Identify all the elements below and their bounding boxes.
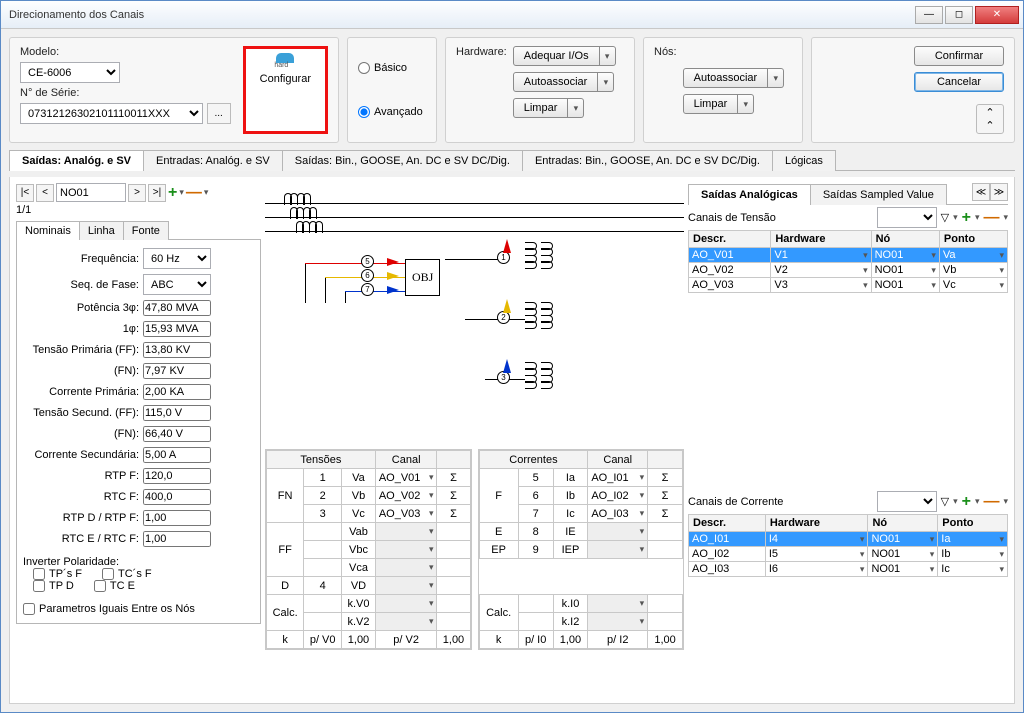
tsfn-field[interactable] <box>143 426 211 442</box>
close-button[interactable]: ✕ <box>975 6 1019 24</box>
table-row: AO_V03V3▾NO01▾Vc▾ <box>689 278 1008 293</box>
cp-field[interactable] <box>143 384 211 400</box>
obj-box: OBJ <box>405 259 440 296</box>
corrente-grid[interactable]: Descr.HardwareNóPonto AO_I01I4▾NO01▾Ia▾ … <box>688 514 1008 577</box>
correntes-table: CorrentesCanal F5IaAO_I01▾Σ 6IbAO_I02▾Σ … <box>479 450 684 649</box>
tensao-grid[interactable]: Descr.HardwareNóPonto AO_V01V1▾NO01▾Va▾ … <box>688 230 1008 293</box>
rtpd-field[interactable] <box>143 510 211 526</box>
nos-auto-dropdown[interactable]: ▾ <box>768 68 784 88</box>
filter-icon[interactable]: ▽ <box>941 211 949 224</box>
cs-field[interactable] <box>143 447 211 463</box>
titlebar: Direcionamento dos Canais — ◻ ✕ <box>1 1 1023 29</box>
hardware-label: Hardware: <box>456 46 507 58</box>
serie-browse-button[interactable]: ... <box>207 103 231 124</box>
circuit-diagram: 5 6 7 OBJ 1 2 3 <box>265 183 684 443</box>
basico-radio[interactable]: Básico <box>358 62 426 74</box>
tsff-field[interactable] <box>143 405 211 421</box>
nav-next[interactable]: > <box>128 184 146 202</box>
minimize-button[interactable]: — <box>915 6 943 24</box>
configurar-button[interactable]: Configurar <box>243 46 328 134</box>
subtab-fonte[interactable]: Fonte <box>123 221 169 240</box>
canais-corrente-label: Canais de Corrente <box>688 496 783 508</box>
serie-label: N° de Série: <box>20 87 231 99</box>
tpff-field[interactable] <box>143 342 211 358</box>
vt-filter-select[interactable] <box>877 207 937 228</box>
rtpf-field[interactable] <box>143 468 211 484</box>
modelo-label: Modelo: <box>20 46 231 58</box>
tce-check[interactable]: TC E <box>94 580 135 592</box>
remove-node-button[interactable]: — <box>186 184 202 202</box>
table-row: AO_V01V1▾NO01▾Va▾ <box>689 248 1008 263</box>
freq-select[interactable]: 60 Hz <box>143 248 211 269</box>
hw-auto-button[interactable]: Autoassociar <box>513 72 599 92</box>
table-row: AO_V02V2▾NO01▾Vb▾ <box>689 263 1008 278</box>
window-title: Direcionamento dos Canais <box>5 9 915 21</box>
avancado-radio[interactable]: Avançado <box>358 106 426 118</box>
seq-select[interactable]: ABC <box>143 274 211 295</box>
scroll-right[interactable]: ≫ <box>990 183 1008 201</box>
node-count: 1/1 <box>16 204 261 216</box>
nos-limpar-button[interactable]: Limpar <box>683 94 739 114</box>
expand-button[interactable]: ⌃⌃ <box>976 104 1004 134</box>
tab-logicas[interactable]: Lógicas <box>772 150 836 171</box>
main-tabs: Saídas: Analóg. e SV Entradas: Analóg. e… <box>9 149 1015 171</box>
modelo-select[interactable]: CE-6006 <box>20 62 120 83</box>
ct-filter-select[interactable] <box>877 491 937 512</box>
rtcf-field[interactable] <box>143 489 211 505</box>
adequar-button[interactable]: Adequar I/Os <box>513 46 600 66</box>
tab-entradas-analog[interactable]: Entradas: Analóg. e SV <box>143 150 283 171</box>
nos-auto-button[interactable]: Autoassociar <box>683 68 769 88</box>
nav-prev[interactable]: < <box>36 184 54 202</box>
tcsf-check[interactable]: TC´s F <box>102 568 152 580</box>
table-row: AO_I01I4▾NO01▾Ia▾ <box>689 532 1008 547</box>
inverter-label: Inverter Polaridade: <box>23 556 254 568</box>
vt-remove-button[interactable]: — <box>983 209 999 227</box>
add-node-button[interactable]: + <box>168 184 177 202</box>
table-row: AO_I02I5▾NO01▾Ib▾ <box>689 547 1008 562</box>
tensoes-table: TensõesCanal FN1VaAO_V01▾Σ 2VbAO_V02▾Σ 3… <box>266 450 471 649</box>
rtce-field[interactable] <box>143 531 211 547</box>
ct-add-button[interactable]: + <box>962 493 971 511</box>
tpfn-field[interactable] <box>143 363 211 379</box>
nos-limpar-dropdown[interactable]: ▾ <box>738 94 754 114</box>
subtab-linha[interactable]: Linha <box>79 221 124 240</box>
hw-auto-dropdown[interactable]: ▾ <box>598 72 614 92</box>
ct-remove-button[interactable]: — <box>983 493 999 511</box>
filter-icon[interactable]: ▽ <box>941 495 949 508</box>
node-field[interactable] <box>56 183 126 202</box>
scroll-left[interactable]: ≪ <box>972 183 990 201</box>
tab-saidas-bin[interactable]: Saídas: Bin., GOOSE, An. DC e SV DC/Dig. <box>282 150 523 171</box>
tab-saidas-analogicas[interactable]: Saídas Analógicas <box>688 184 811 205</box>
serie-select[interactable]: 07312126302101110011XXX <box>20 103 203 124</box>
table-row: AO_I03I6▾NO01▾Ic▾ <box>689 562 1008 577</box>
subtab-nominais[interactable]: Nominais <box>16 221 80 240</box>
param-iguais-check[interactable]: Parametros Iguais Entre os Nós <box>23 603 254 615</box>
hw-limpar-dropdown[interactable]: ▾ <box>568 98 584 118</box>
hard-icon <box>276 53 294 63</box>
nos-label: Nós: <box>654 46 677 58</box>
canais-tensao-label: Canais de Tensão <box>688 212 776 224</box>
adequar-dropdown[interactable]: ▾ <box>600 46 616 66</box>
tpd-check[interactable]: TP D <box>33 580 74 592</box>
pot3-field[interactable] <box>143 300 211 316</box>
maximize-button[interactable]: ◻ <box>945 6 973 24</box>
cancelar-button[interactable]: Cancelar <box>914 72 1004 92</box>
tab-saidas-sv[interactable]: Saídas Sampled Value <box>810 184 947 205</box>
tab-saidas-analog[interactable]: Saídas: Analóg. e SV <box>9 150 144 171</box>
confirmar-button[interactable]: Confirmar <box>914 46 1004 66</box>
nav-first[interactable]: |< <box>16 184 34 202</box>
tab-entradas-bin[interactable]: Entradas: Bin., GOOSE, An. DC e SV DC/Di… <box>522 150 773 171</box>
tpsf-check[interactable]: TP´s F <box>33 568 82 580</box>
nav-last[interactable]: >| <box>148 184 166 202</box>
pot1-field[interactable] <box>143 321 211 337</box>
vt-add-button[interactable]: + <box>962 209 971 227</box>
hw-limpar-button[interactable]: Limpar <box>513 98 569 118</box>
